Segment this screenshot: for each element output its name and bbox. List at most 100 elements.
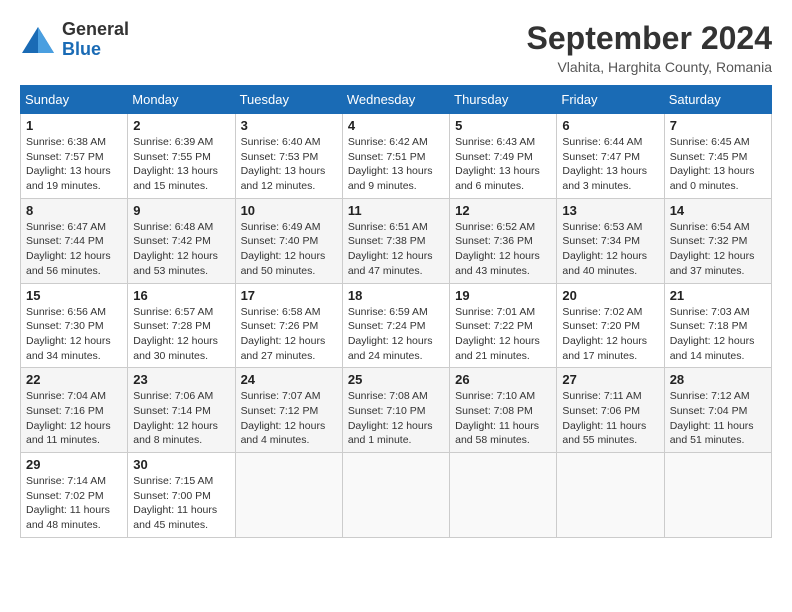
day-number: 5 [455,118,551,133]
day-number: 18 [348,288,444,303]
calendar-cell: 12Sunrise: 6:52 AM Sunset: 7:36 PM Dayli… [450,198,557,283]
location-text: Vlahita, Harghita County, Romania [527,59,772,75]
calendar-cell [557,453,664,538]
calendar-cell [342,453,449,538]
calendar-cell: 29 Sunrise: 7:14 AM Sunset: 7:02 PM Dayli… [21,453,128,538]
day-info: Sunrise: 7:14 AM Sunset: 7:02 PM Dayligh… [26,474,122,533]
day-info: Sunrise: 6:43 AM Sunset: 7:49 PM Dayligh… [455,135,551,194]
calendar-cell: 15 Sunrise: 6:56 AM Sunset: 7:30 PM Dayli… [21,283,128,368]
calendar-cell [664,453,771,538]
calendar-week-row: 1 Sunrise: 6:38 AM Sunset: 7:57 PM Daylig… [21,114,772,199]
day-number: 28 [670,372,766,387]
day-number: 20 [562,288,658,303]
calendar-cell: 27 Sunrise: 7:11 AM Sunset: 7:06 PM Dayli… [557,368,664,453]
day-number: 15 [26,288,122,303]
day-info: Sunrise: 6:57 AM Sunset: 7:28 PM Dayligh… [133,305,229,364]
day-number: 10 [241,203,337,218]
day-number: 2 [133,118,229,133]
day-number: 12 [455,203,551,218]
day-info: Sunrise: 6:44 AM Sunset: 7:47 PM Dayligh… [562,135,658,194]
column-header-thursday: Thursday [450,86,557,114]
day-info: Sunrise: 7:01 AM Sunset: 7:22 PM Dayligh… [455,305,551,364]
day-number: 16 [133,288,229,303]
calendar-cell: 16 Sunrise: 6:57 AM Sunset: 7:28 PM Dayli… [128,283,235,368]
calendar-cell: 5 Sunrise: 6:43 AM Sunset: 7:49 PM Daylig… [450,114,557,199]
day-info: Sunrise: 6:38 AM Sunset: 7:57 PM Dayligh… [26,135,122,194]
day-info: Sunrise: 7:11 AM Sunset: 7:06 PM Dayligh… [562,389,658,448]
calendar-cell [450,453,557,538]
day-info: Sunrise: 7:02 AM Sunset: 7:20 PM Dayligh… [562,305,658,364]
calendar-header-row: SundayMondayTuesdayWednesdayThursdayFrid… [21,86,772,114]
day-info: Sunrise: 6:47 AM Sunset: 7:44 PM Dayligh… [26,220,122,279]
column-header-saturday: Saturday [664,86,771,114]
calendar-cell: 18Sunrise: 6:59 AM Sunset: 7:24 PM Dayli… [342,283,449,368]
logo-icon [20,25,56,55]
calendar-cell: 4Sunrise: 6:42 AM Sunset: 7:51 PM Daylig… [342,114,449,199]
day-number: 7 [670,118,766,133]
day-number: 21 [670,288,766,303]
day-number: 26 [455,372,551,387]
calendar-cell [235,453,342,538]
day-number: 25 [348,372,444,387]
day-number: 1 [26,118,122,133]
day-number: 3 [241,118,337,133]
calendar-cell: 26 Sunrise: 7:10 AM Sunset: 7:08 PM Dayli… [450,368,557,453]
day-info: Sunrise: 6:40 AM Sunset: 7:53 PM Dayligh… [241,135,337,194]
column-header-wednesday: Wednesday [342,86,449,114]
calendar-cell: 17 Sunrise: 6:58 AM Sunset: 7:26 PM Dayli… [235,283,342,368]
title-block: September 2024 Vlahita, Harghita County,… [527,20,772,75]
day-number: 13 [562,203,658,218]
calendar-cell: 8 Sunrise: 6:47 AM Sunset: 7:44 PM Daylig… [21,198,128,283]
calendar-cell: 11Sunrise: 6:51 AM Sunset: 7:38 PM Dayli… [342,198,449,283]
logo-general-text: General [62,20,129,40]
day-info: Sunrise: 6:39 AM Sunset: 7:55 PM Dayligh… [133,135,229,194]
calendar-cell: 23 Sunrise: 7:06 AM Sunset: 7:14 PM Dayli… [128,368,235,453]
column-header-monday: Monday [128,86,235,114]
day-number: 19 [455,288,551,303]
day-number: 29 [26,457,122,472]
day-info: Sunrise: 6:48 AM Sunset: 7:42 PM Dayligh… [133,220,229,279]
day-number: 14 [670,203,766,218]
day-number: 8 [26,203,122,218]
day-number: 22 [26,372,122,387]
calendar-cell: 3 Sunrise: 6:40 AM Sunset: 7:53 PM Daylig… [235,114,342,199]
logo: General Blue [20,20,129,60]
calendar-week-row: 8 Sunrise: 6:47 AM Sunset: 7:44 PM Daylig… [21,198,772,283]
day-info: Sunrise: 6:54 AM Sunset: 7:32 PM Dayligh… [670,220,766,279]
calendar-week-row: 15 Sunrise: 6:56 AM Sunset: 7:30 PM Dayli… [21,283,772,368]
logo-blue-text: Blue [62,40,129,60]
day-number: 11 [348,203,444,218]
calendar-cell: 13 Sunrise: 6:53 AM Sunset: 7:34 PM Dayli… [557,198,664,283]
calendar-cell: 20 Sunrise: 7:02 AM Sunset: 7:20 PM Dayli… [557,283,664,368]
day-info: Sunrise: 7:06 AM Sunset: 7:14 PM Dayligh… [133,389,229,448]
day-info: Sunrise: 7:08 AM Sunset: 7:10 PM Dayligh… [348,389,444,448]
calendar-cell: 9Sunrise: 6:48 AM Sunset: 7:42 PM Daylig… [128,198,235,283]
day-info: Sunrise: 6:58 AM Sunset: 7:26 PM Dayligh… [241,305,337,364]
calendar-cell: 22Sunrise: 7:04 AM Sunset: 7:16 PM Dayli… [21,368,128,453]
calendar-week-row: 29 Sunrise: 7:14 AM Sunset: 7:02 PM Dayli… [21,453,772,538]
day-info: Sunrise: 7:12 AM Sunset: 7:04 PM Dayligh… [670,389,766,448]
day-info: Sunrise: 7:10 AM Sunset: 7:08 PM Dayligh… [455,389,551,448]
day-info: Sunrise: 6:56 AM Sunset: 7:30 PM Dayligh… [26,305,122,364]
calendar-cell: 2 Sunrise: 6:39 AM Sunset: 7:55 PM Daylig… [128,114,235,199]
day-number: 27 [562,372,658,387]
day-info: Sunrise: 6:49 AM Sunset: 7:40 PM Dayligh… [241,220,337,279]
day-number: 23 [133,372,229,387]
day-number: 4 [348,118,444,133]
day-info: Sunrise: 6:53 AM Sunset: 7:34 PM Dayligh… [562,220,658,279]
calendar-cell: 28 Sunrise: 7:12 AM Sunset: 7:04 PM Dayli… [664,368,771,453]
calendar-cell: 14 Sunrise: 6:54 AM Sunset: 7:32 PM Dayli… [664,198,771,283]
day-info: Sunrise: 6:45 AM Sunset: 7:45 PM Dayligh… [670,135,766,194]
logo-text: General Blue [62,20,129,60]
column-header-sunday: Sunday [21,86,128,114]
calendar-cell: 7 Sunrise: 6:45 AM Sunset: 7:45 PM Daylig… [664,114,771,199]
calendar-cell: 24Sunrise: 7:07 AM Sunset: 7:12 PM Dayli… [235,368,342,453]
day-number: 30 [133,457,229,472]
day-number: 6 [562,118,658,133]
calendar-cell: 19 Sunrise: 7:01 AM Sunset: 7:22 PM Dayli… [450,283,557,368]
month-title: September 2024 [527,20,772,57]
page-header: General Blue September 2024 Vlahita, Har… [20,20,772,75]
calendar-cell: 21Sunrise: 7:03 AM Sunset: 7:18 PM Dayli… [664,283,771,368]
calendar-cell: 1 Sunrise: 6:38 AM Sunset: 7:57 PM Daylig… [21,114,128,199]
day-number: 17 [241,288,337,303]
